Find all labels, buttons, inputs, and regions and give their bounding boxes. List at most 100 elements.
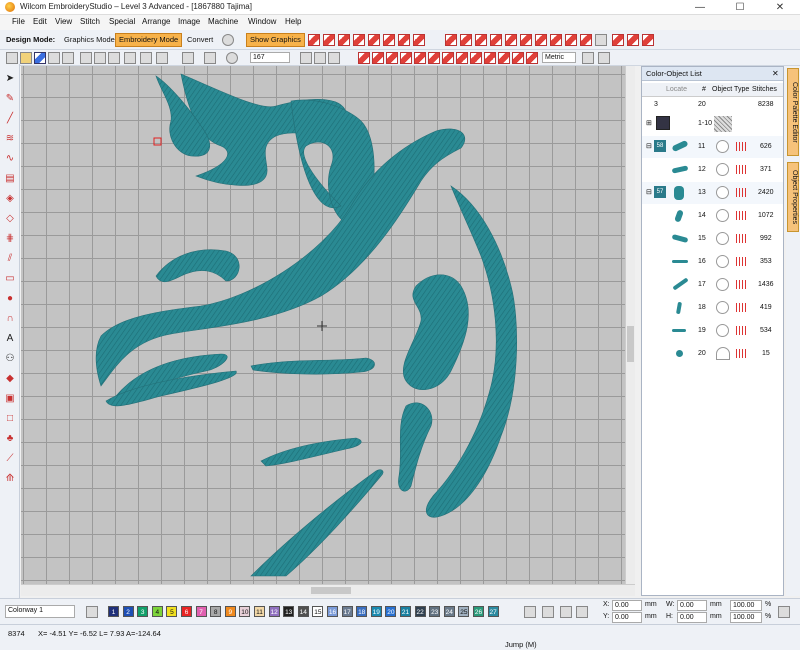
zoom-input[interactable]: 167 xyxy=(250,52,290,63)
list-item[interactable]: ⊟ 57 13 2420 xyxy=(642,182,783,204)
save-icon[interactable] xyxy=(34,52,46,64)
list-item[interactable]: 15 992 xyxy=(642,228,783,250)
menu-image[interactable]: Image xyxy=(178,17,200,26)
vertical-scrollbar[interactable] xyxy=(625,66,635,584)
complex-fill-icon[interactable]: ◈ xyxy=(3,192,17,206)
undo-icon[interactable] xyxy=(182,52,194,64)
rectangle-icon[interactable]: ▭ xyxy=(3,272,17,286)
color-swatch[interactable]: 26 xyxy=(473,606,484,617)
3d-icon[interactable] xyxy=(595,34,607,46)
units-select[interactable]: Metric xyxy=(542,52,576,63)
maximize-button[interactable]: ☐ xyxy=(720,0,760,15)
colorway-select[interactable]: Colorway 1 xyxy=(5,605,75,618)
view-icon[interactable] xyxy=(386,52,398,64)
color-swatch[interactable]: 19 xyxy=(370,606,382,617)
color-swatch[interactable]: 17 xyxy=(341,606,353,617)
fill-type-icon[interactable] xyxy=(565,34,577,46)
view-icon[interactable] xyxy=(456,52,468,64)
stitch-type-icon[interactable] xyxy=(398,34,410,46)
height-field[interactable]: 0.00 xyxy=(677,612,707,623)
color-swatch[interactable]: 8 xyxy=(210,606,222,617)
list-item[interactable]: 18 419 xyxy=(642,297,783,319)
color-swatch[interactable]: 4 xyxy=(151,606,163,617)
tab-object-properties[interactable]: Object Properties xyxy=(787,162,799,232)
fill-type-icon[interactable] xyxy=(460,34,472,46)
fill-icon[interactable]: ▤ xyxy=(3,172,17,186)
color-swatch[interactable]: 3 xyxy=(137,606,149,617)
collapse-icon[interactable]: ⊟ xyxy=(646,188,652,196)
globe-icon[interactable] xyxy=(222,34,234,46)
menu-stitch[interactable]: Stitch xyxy=(80,17,100,26)
lettering-icon[interactable]: A xyxy=(3,332,17,346)
settings-icon[interactable] xyxy=(598,52,610,64)
outline-icon[interactable]: ◇ xyxy=(3,212,17,226)
list-item[interactable]: ⊟ 58 11 626 xyxy=(642,136,783,158)
close-icon[interactable]: ✕ xyxy=(772,69,779,78)
print-icon[interactable] xyxy=(48,52,60,64)
graphics-mode-button[interactable]: Graphics Mode xyxy=(60,33,119,47)
thread-chart-icon[interactable] xyxy=(560,606,572,618)
x-position-field[interactable]: 0.00 xyxy=(612,600,642,611)
color-swatch[interactable]: 16 xyxy=(327,606,338,617)
locate-button[interactable]: Locate xyxy=(666,86,687,93)
horizontal-scrollbar[interactable] xyxy=(21,584,635,596)
stitch-type-icon[interactable] xyxy=(383,34,395,46)
run-stitch-icon[interactable]: ≋ xyxy=(3,132,17,146)
stitch-type-icon[interactable] xyxy=(308,34,320,46)
fill-type-icon[interactable] xyxy=(580,34,592,46)
view-icon[interactable] xyxy=(498,52,510,64)
menu-machine[interactable]: Machine xyxy=(208,17,238,26)
preview-icon[interactable] xyxy=(62,52,74,64)
color-swatch[interactable]: 21 xyxy=(400,606,411,617)
grid-icon[interactable] xyxy=(328,52,340,64)
horseshoe-icon[interactable]: ∩ xyxy=(3,312,17,326)
collapse-icon[interactable]: ⊟ xyxy=(646,142,652,150)
color-swatch[interactable]: 15 xyxy=(312,606,324,617)
scroll-thumb[interactable] xyxy=(627,326,634,362)
color-swatch[interactable]: 24 xyxy=(443,606,455,617)
open-folder-icon[interactable] xyxy=(20,52,32,64)
column-icon[interactable]: ⫽ xyxy=(3,252,17,266)
redo-icon[interactable] xyxy=(204,52,216,64)
stitch-type-icon[interactable] xyxy=(368,34,380,46)
view-icon[interactable] xyxy=(470,52,482,64)
view-icon[interactable] xyxy=(442,52,454,64)
view-icon[interactable] xyxy=(526,52,538,64)
delete-icon[interactable] xyxy=(124,52,136,64)
effect-icon[interactable] xyxy=(627,34,639,46)
color-swatch[interactable]: 22 xyxy=(414,606,426,617)
knife-icon[interactable]: ╱ xyxy=(3,112,17,126)
applique-icon[interactable]: ▣ xyxy=(3,392,17,406)
height-percent-field[interactable]: 100.00 xyxy=(730,612,762,623)
color-swatch[interactable]: 13 xyxy=(283,606,295,617)
new-file-icon[interactable] xyxy=(6,52,18,64)
team-names-icon[interactable]: ⚇ xyxy=(3,352,17,366)
color-swatch[interactable]: 9 xyxy=(224,606,236,617)
view-icon[interactable] xyxy=(428,52,440,64)
view-icon[interactable] xyxy=(484,52,496,64)
embroidery-design[interactable] xyxy=(21,66,625,584)
zoom-icon[interactable] xyxy=(226,52,238,64)
color-swatch[interactable]: 25 xyxy=(458,606,470,617)
remove-color-icon[interactable] xyxy=(542,606,554,618)
color-swatch[interactable]: 6 xyxy=(181,606,192,617)
effect-icon[interactable] xyxy=(612,34,624,46)
motif-icon[interactable]: ♣ xyxy=(3,432,17,446)
width-percent-field[interactable]: 100.00 xyxy=(730,600,762,611)
edit-color-icon[interactable] xyxy=(576,606,588,618)
view-icon[interactable] xyxy=(512,52,524,64)
color-swatch[interactable]: 12 xyxy=(268,606,280,617)
list-item[interactable]: 17 1436 xyxy=(642,274,783,296)
add-color-icon[interactable] xyxy=(524,606,536,618)
fill-type-icon[interactable] xyxy=(505,34,517,46)
view-icon[interactable] xyxy=(400,52,412,64)
color-swatch[interactable]: 1 xyxy=(108,606,119,617)
close-button[interactable]: ✕ xyxy=(760,0,800,15)
list-item[interactable]: 12 371 xyxy=(642,159,783,181)
ladder-icon[interactable]: ⋕ xyxy=(3,232,17,246)
frame-icon[interactable]: □ xyxy=(3,412,17,426)
lock-proportions-icon[interactable] xyxy=(778,606,790,618)
embroidery-mode-button[interactable]: Embroidery Mode xyxy=(115,33,183,47)
fill-type-icon[interactable] xyxy=(550,34,562,46)
expand-icon[interactable]: ⊞ xyxy=(646,119,652,127)
